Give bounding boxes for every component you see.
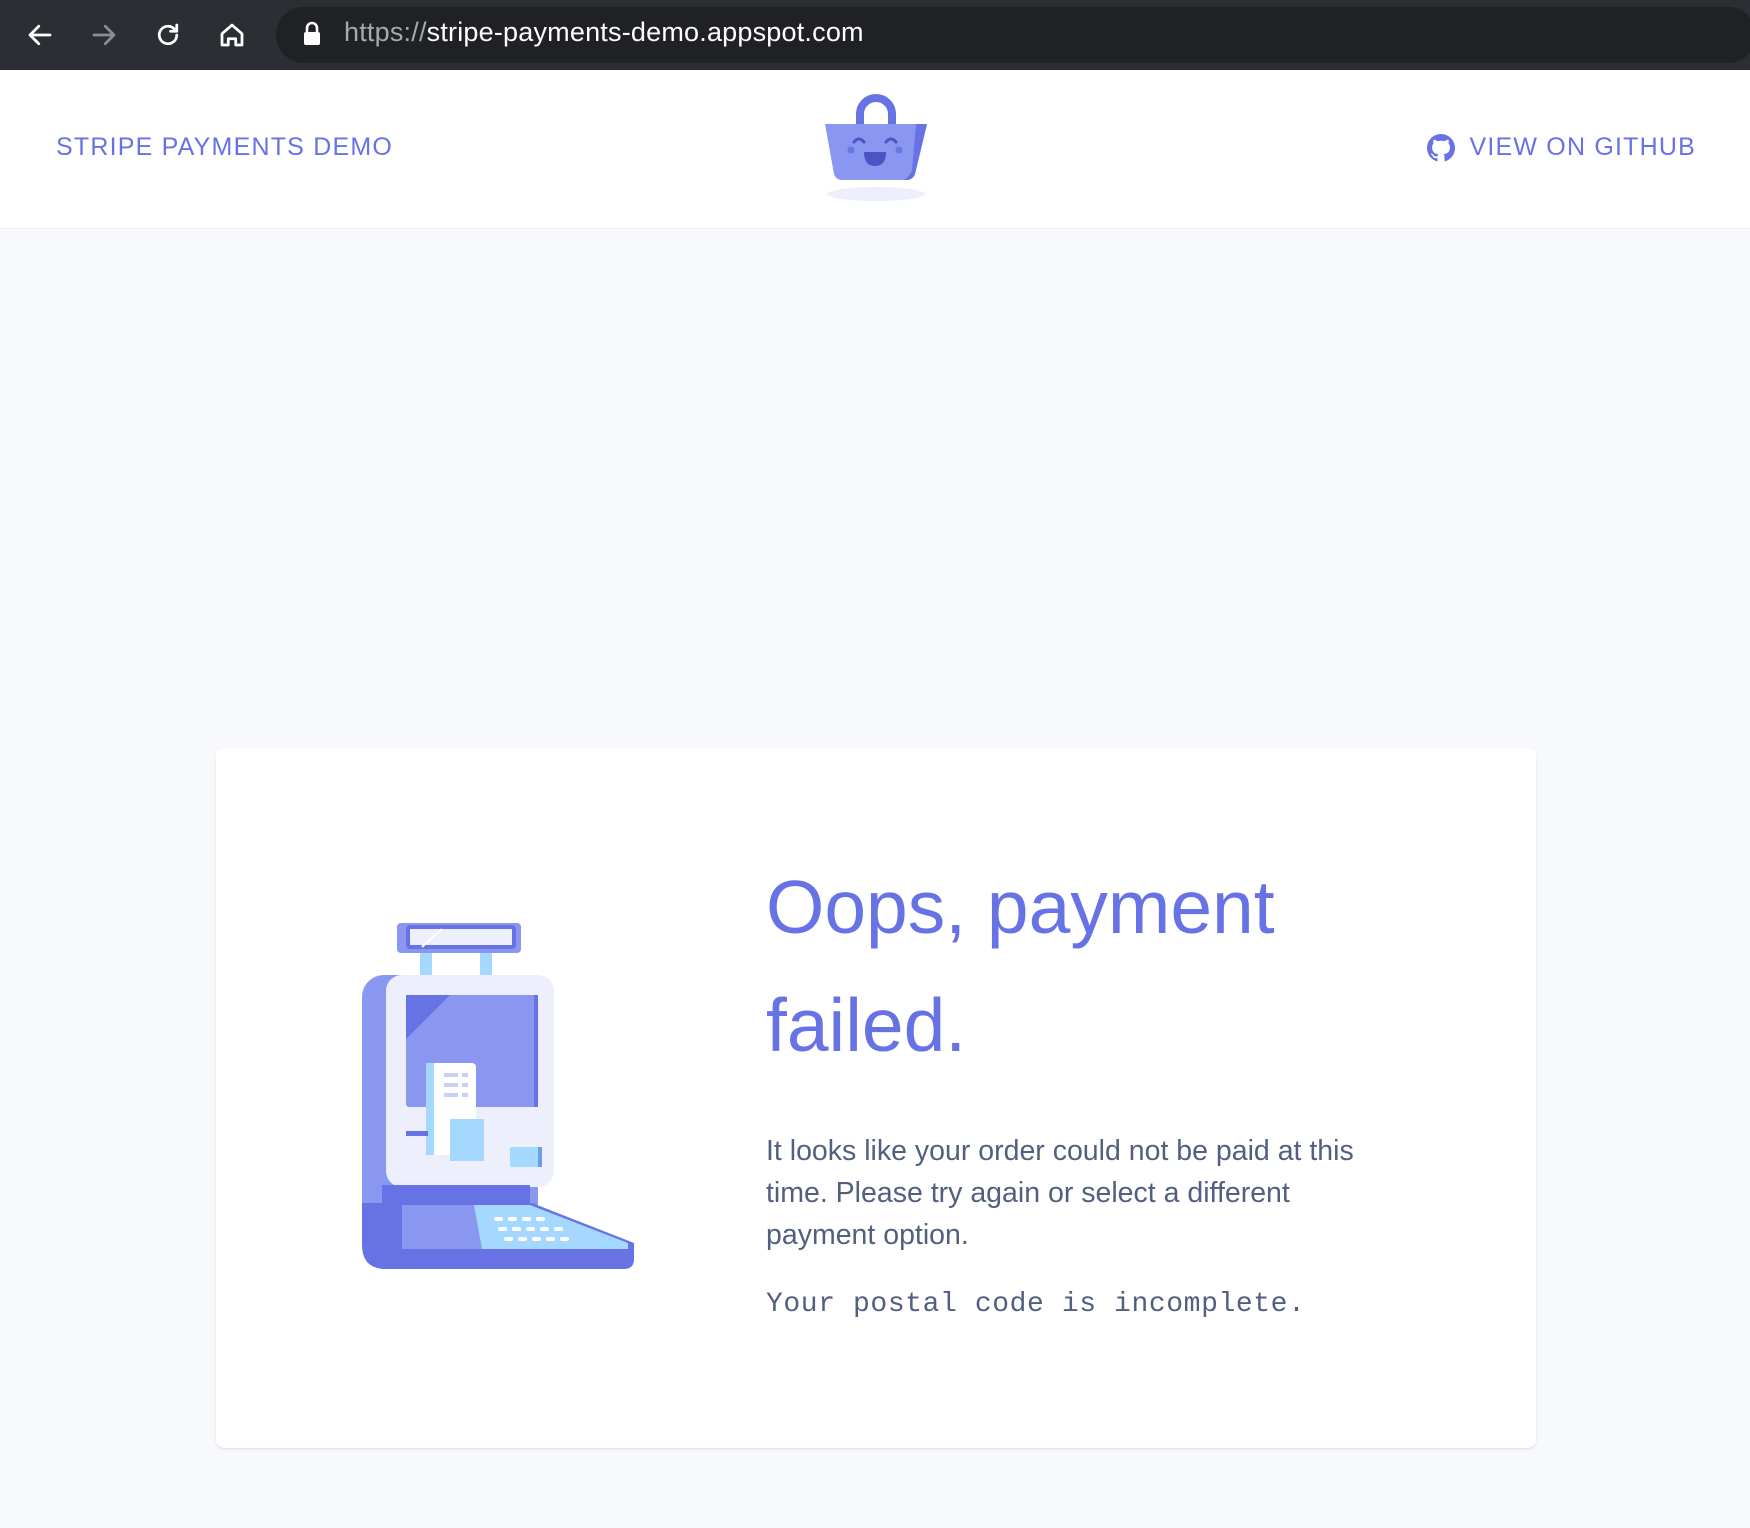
back-button[interactable] [18, 13, 62, 57]
basket-logo-icon[interactable] [820, 92, 930, 204]
error-message: Your postal code is incomplete. [766, 1289, 1306, 1320]
reload-icon [157, 23, 179, 46]
view-on-github-link[interactable]: VIEW ON GITHUB [1427, 133, 1696, 162]
forward-button[interactable] [82, 13, 126, 57]
home-button[interactable] [210, 13, 254, 57]
url-text[interactable]: https://stripe-payments-demo.appspot.com [344, 17, 864, 48]
status-message: It looks like your order could not be pa… [766, 1135, 1354, 1251]
github-link-label: VIEW ON GITHUB [1469, 133, 1696, 161]
url-scheme: https:// [344, 17, 427, 47]
browser-toolbar: https://stripe-payments-demo.appspot.com [0, 0, 1750, 70]
payment-status-card: Oops, payment failed. It looks like your… [216, 748, 1536, 1448]
forward-arrow-icon [92, 24, 116, 46]
lock-icon [304, 21, 320, 45]
home-icon [220, 23, 244, 47]
site-header: STRIPE PAYMENTS DEMO VIEW ON GITHUB [0, 70, 1750, 229]
github-icon [1427, 133, 1456, 161]
url-host: stripe-payments-demo.appspot.com [426, 17, 864, 47]
reload-button[interactable] [146, 13, 190, 57]
status-title: Oops, payment failed. [766, 865, 1275, 1067]
brand-link[interactable]: STRIPE PAYMENTS DEMO [56, 133, 393, 162]
back-arrow-icon [28, 24, 52, 46]
payment-terminal-illustration [362, 923, 634, 1269]
